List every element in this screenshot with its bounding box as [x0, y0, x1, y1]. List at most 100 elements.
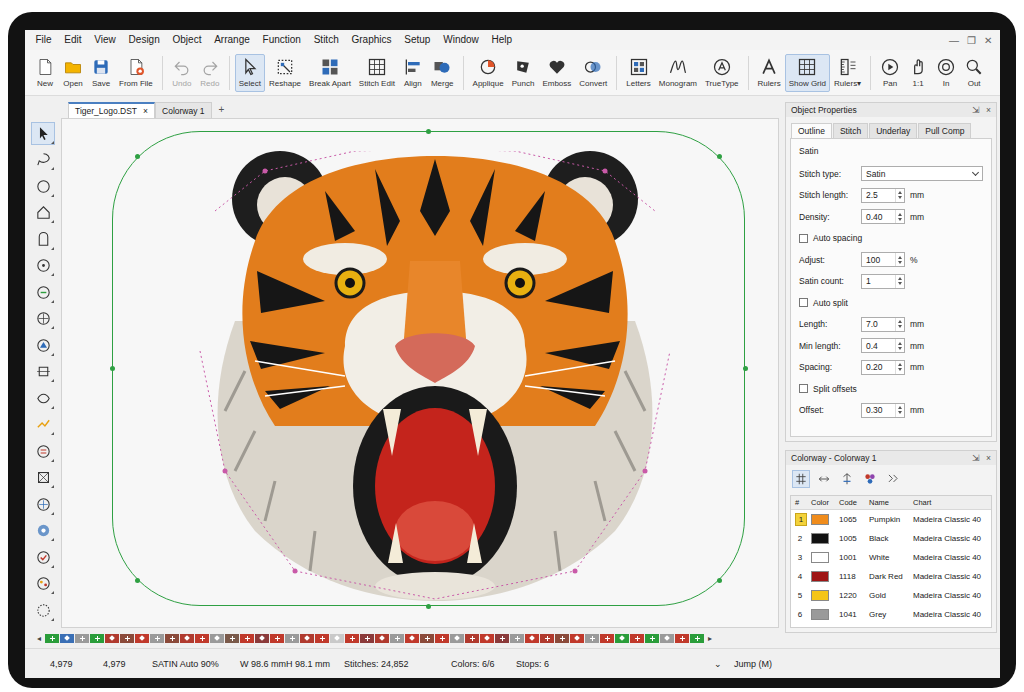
tool-button[interactable]	[31, 387, 55, 410]
color-stop[interactable]	[435, 634, 449, 643]
spin-buttons[interactable]	[895, 404, 904, 417]
checkbox[interactable]	[799, 298, 808, 307]
color-stop[interactable]	[555, 634, 569, 643]
color-stop[interactable]	[585, 634, 599, 643]
tool-button[interactable]	[31, 228, 55, 251]
color-stop[interactable]	[570, 634, 584, 643]
toolbar-button[interactable]: Applique	[469, 54, 508, 92]
panel-control-button[interactable]: ⇲	[972, 105, 980, 115]
color-stop[interactable]	[120, 634, 134, 643]
toolbar-button[interactable]: Save	[87, 54, 115, 92]
color-swatch[interactable]	[811, 571, 829, 582]
spin-buttons[interactable]	[895, 189, 904, 202]
color-stop[interactable]	[390, 634, 404, 643]
tool-button[interactable]	[31, 493, 55, 516]
spin-buttons[interactable]	[895, 210, 904, 223]
spin-box[interactable]: 0.30	[861, 403, 905, 418]
toolbar-button[interactable]: Out	[960, 54, 988, 92]
thread-row[interactable]: 61041GreyMadeira Classic 40	[791, 605, 991, 624]
toolbar-button[interactable]: From File	[115, 54, 157, 92]
spin-buttons[interactable]	[895, 339, 904, 352]
color-stop[interactable]	[420, 634, 434, 643]
panel-control-button[interactable]: ×	[986, 453, 991, 463]
checkbox[interactable]	[799, 234, 808, 243]
selection-outline[interactable]	[112, 131, 745, 606]
toolbar-button[interactable]: Convert	[575, 54, 611, 92]
color-stop[interactable]	[90, 634, 104, 643]
toolbar-button[interactable]: Reshape	[265, 54, 305, 92]
color-stop[interactable]	[255, 634, 269, 643]
spin-box[interactable]: 0.4	[861, 338, 905, 353]
color-stop[interactable]	[210, 634, 224, 643]
toolbar-button[interactable]: Align	[399, 54, 427, 92]
menu-item[interactable]: Stitch	[307, 30, 345, 50]
toolbar-button[interactable]: Punch	[508, 54, 539, 92]
tool-button[interactable]	[31, 414, 55, 437]
tool-button[interactable]	[31, 334, 55, 357]
menu-item[interactable]: Arrange	[208, 30, 256, 50]
menu-item[interactable]: Setup	[398, 30, 437, 50]
toolbar-button[interactable]: Pan	[876, 54, 904, 92]
tool-button[interactable]	[31, 546, 55, 569]
previous-stop-button[interactable]: ◂	[34, 634, 44, 643]
add-tab-button[interactable]: +	[212, 102, 232, 118]
tool-button[interactable]	[31, 122, 55, 145]
property-tab[interactable]: Underlay	[869, 123, 917, 138]
color-stop[interactable]	[495, 634, 509, 643]
document-tab[interactable]: Tiger_Logo.DST×	[68, 102, 155, 118]
window-control-button[interactable]: —	[949, 35, 959, 46]
tool-button[interactable]	[31, 361, 55, 384]
spin-box[interactable]: 100	[861, 252, 905, 267]
colorway-tool-button[interactable]	[838, 470, 856, 488]
color-stop[interactable]	[540, 634, 554, 643]
menu-item[interactable]: Object	[166, 30, 208, 50]
column-header[interactable]: Code	[839, 498, 869, 507]
panel-control-button[interactable]: ×	[986, 105, 991, 115]
color-stop[interactable]	[345, 634, 359, 643]
toolbar-button[interactable]: Break Apart	[305, 54, 355, 92]
colorway-tool-button[interactable]	[792, 470, 810, 488]
spin-buttons[interactable]	[895, 275, 904, 288]
toolbar-button[interactable]: Merge	[427, 54, 458, 92]
color-stop[interactable]	[240, 634, 254, 643]
menu-item[interactable]: Function	[256, 30, 307, 50]
menu-item[interactable]: Help	[485, 30, 518, 50]
color-stop[interactable]	[285, 634, 299, 643]
menu-item[interactable]: Graphics	[345, 30, 398, 50]
color-stop[interactable]	[675, 634, 689, 643]
menu-item[interactable]: File	[29, 30, 58, 50]
color-stop[interactable]	[135, 634, 149, 643]
color-stop[interactable]	[60, 634, 74, 643]
toolbar-button[interactable]: Redo	[196, 54, 224, 92]
color-stop[interactable]	[315, 634, 329, 643]
tool-button[interactable]	[31, 255, 55, 278]
spin-box[interactable]: 0.20	[861, 360, 905, 375]
toolbar-button[interactable]: In	[932, 54, 960, 92]
color-stop[interactable]	[600, 634, 614, 643]
color-stop[interactable]	[225, 634, 239, 643]
property-tab[interactable]: Outline	[791, 123, 832, 138]
color-stop[interactable]	[165, 634, 179, 643]
toolbar-button[interactable]: Rulers▾	[830, 54, 865, 92]
menu-item[interactable]: Window	[437, 30, 485, 50]
thread-row[interactable]: 31001WhiteMadeira Classic 40	[791, 548, 991, 567]
color-stop[interactable]	[75, 634, 89, 643]
color-stop[interactable]	[375, 634, 389, 643]
column-header[interactable]: Color	[809, 498, 839, 507]
menu-item[interactable]: Design	[122, 30, 166, 50]
color-stop[interactable]	[180, 634, 194, 643]
spin-box[interactable]: 0.40	[861, 209, 905, 224]
toolbar-button[interactable]: Emboss	[538, 54, 575, 92]
tool-button[interactable]	[31, 202, 55, 225]
checkbox-label[interactable]: Auto spacing	[813, 233, 862, 243]
menu-item[interactable]: Edit	[58, 30, 88, 50]
toolbar-button[interactable]: Monogram	[655, 54, 701, 92]
color-stop[interactable]	[645, 634, 659, 643]
close-tab-button[interactable]: ×	[143, 106, 148, 116]
color-stop[interactable]	[660, 634, 674, 643]
color-stop[interactable]	[45, 634, 59, 643]
tool-button[interactable]	[31, 175, 55, 198]
toolbar-button[interactable]: Rulers	[754, 54, 785, 92]
color-swatch[interactable]	[811, 533, 829, 544]
toolbar-button[interactable]: TrueType	[701, 54, 743, 92]
